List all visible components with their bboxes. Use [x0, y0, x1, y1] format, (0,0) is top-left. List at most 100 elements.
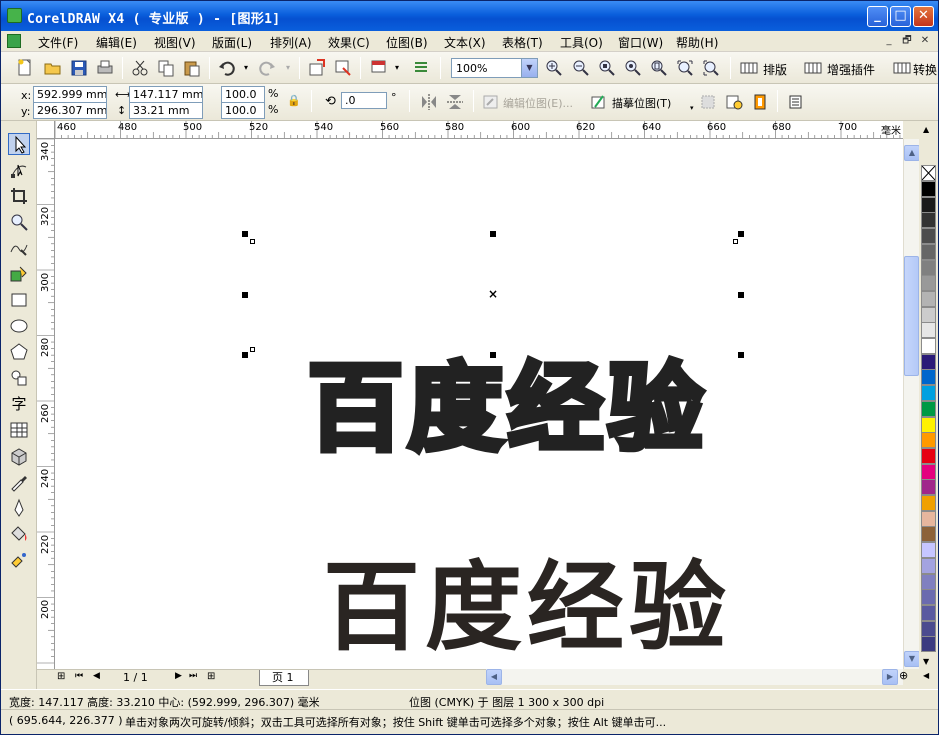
- zoom-page-height-icon[interactable]: [701, 58, 721, 78]
- text-tool-icon[interactable]: 字: [8, 393, 30, 415]
- y-position-field[interactable]: 296.307 mm: [33, 102, 107, 119]
- ruler-corner[interactable]: [37, 121, 55, 139]
- color-swatch[interactable]: [921, 495, 936, 511]
- import-icon[interactable]: [307, 58, 327, 78]
- menu-bitmaps[interactable]: 位图(B): [386, 34, 428, 51]
- zoom-out-icon[interactable]: [571, 58, 591, 78]
- color-swatch[interactable]: [921, 369, 936, 386]
- maximize-button[interactable]: □: [890, 6, 911, 27]
- welcome-screen-icon[interactable]: [411, 58, 431, 78]
- crop-bitmap-icon[interactable]: [698, 92, 718, 112]
- last-page-icon[interactable]: ⏭: [189, 671, 197, 681]
- menu-help[interactable]: 帮助(H): [676, 34, 718, 51]
- color-swatch[interactable]: [921, 620, 936, 637]
- color-swatch[interactable]: [921, 573, 936, 590]
- color-swatch[interactable]: [921, 212, 936, 229]
- enhance-plugin-label[interactable]: 增强插件: [827, 61, 875, 78]
- selection-handle[interactable]: [242, 352, 248, 358]
- mirror-vertical-icon[interactable]: [445, 92, 465, 112]
- wrap-text-icon[interactable]: [786, 92, 806, 112]
- node-handle[interactable]: [733, 239, 738, 244]
- application-launcher-icon[interactable]: [369, 58, 389, 78]
- zoom-selected-icon[interactable]: [597, 58, 617, 78]
- cut-icon[interactable]: [130, 58, 150, 78]
- rectangle-tool-icon[interactable]: [8, 289, 30, 311]
- color-swatch[interactable]: [921, 243, 936, 260]
- open-folder-icon[interactable]: [43, 58, 63, 78]
- mirror-horizontal-icon[interactable]: [419, 92, 439, 112]
- fill-tool-icon[interactable]: [8, 523, 30, 545]
- basic-shapes-tool-icon[interactable]: [8, 367, 30, 389]
- selection-handle[interactable]: [490, 352, 496, 358]
- menu-window[interactable]: 窗口(W): [618, 34, 663, 51]
- selection-handle[interactable]: [738, 352, 744, 358]
- color-swatch[interactable]: [921, 181, 936, 197]
- interactive-effects-tool-icon[interactable]: [8, 445, 30, 467]
- new-document-icon[interactable]: [15, 58, 35, 78]
- palette-expand-icon[interactable]: ◀: [923, 671, 929, 680]
- node-handle[interactable]: [250, 347, 255, 352]
- selection-handle[interactable]: [738, 231, 744, 237]
- enhance-plugin-icon[interactable]: [803, 58, 823, 78]
- color-swatch[interactable]: [921, 479, 936, 496]
- color-swatch[interactable]: [921, 196, 936, 213]
- vertical-scroll-thumb[interactable]: [904, 256, 919, 376]
- color-swatch[interactable]: [921, 510, 936, 527]
- save-icon[interactable]: [69, 58, 89, 78]
- color-swatch[interactable]: [921, 353, 936, 370]
- lock-ratio-icon[interactable]: 🔒: [287, 94, 301, 107]
- menu-view[interactable]: 视图(V): [154, 34, 196, 51]
- zoom-all-objects-icon[interactable]: [623, 58, 643, 78]
- previous-page-icon[interactable]: ◀: [93, 671, 100, 681]
- no-color-swatch[interactable]: [921, 165, 936, 181]
- rotation-angle-field[interactable]: .0: [341, 92, 387, 109]
- add-page-after-icon[interactable]: ⊞: [207, 671, 215, 682]
- trace-bitmap-button[interactable]: 描摹位图(T): [612, 95, 671, 111]
- page-tab[interactable]: 页 1: [259, 670, 309, 686]
- x-position-field[interactable]: 592.999 mm: [33, 86, 107, 103]
- color-swatch[interactable]: [921, 228, 936, 245]
- color-swatch[interactable]: [921, 432, 936, 449]
- undo-icon[interactable]: [217, 58, 237, 78]
- zoom-page-width-icon[interactable]: [675, 58, 695, 78]
- drawing-canvas[interactable]: 百度经验 百度经验 ×: [55, 139, 903, 669]
- add-page-before-icon[interactable]: ⊞: [57, 671, 65, 682]
- zoom-tool-icon[interactable]: [8, 211, 30, 233]
- freehand-tool-icon[interactable]: [8, 237, 30, 259]
- vertical-ruler[interactable]: 340 320 300 280 260 240 220 200: [37, 139, 55, 669]
- document-icon[interactable]: [7, 34, 21, 48]
- outlined-text-object[interactable]: 百度经验: [305, 359, 708, 460]
- horizontal-ruler[interactable]: 460 480 500 520 540 560 580 600 620 640 …: [55, 121, 903, 139]
- navigator-zoom-icon[interactable]: ⊕: [899, 669, 908, 682]
- paste-icon[interactable]: [182, 58, 202, 78]
- redo-dropdown-icon[interactable]: ▾: [286, 63, 290, 72]
- scroll-left-button[interactable]: ◀: [486, 669, 502, 685]
- pick-tool-icon[interactable]: [8, 133, 30, 155]
- polygon-tool-icon[interactable]: [8, 341, 30, 363]
- width-field[interactable]: 147.117 mm: [129, 86, 203, 103]
- color-swatch[interactable]: [921, 290, 936, 307]
- edit-bitmap-icon[interactable]: [481, 92, 501, 112]
- shape-tool-icon[interactable]: [8, 159, 30, 181]
- menu-table[interactable]: 表格(T): [502, 34, 543, 51]
- undo-dropdown-icon[interactable]: ▾: [244, 63, 248, 72]
- mdi-minimize-button[interactable]: _: [881, 34, 897, 48]
- color-swatch[interactable]: [921, 589, 936, 606]
- copy-icon[interactable]: [156, 58, 176, 78]
- color-swatch[interactable]: [921, 447, 936, 464]
- color-swatch[interactable]: [921, 463, 936, 480]
- menu-tools[interactable]: 工具(O): [560, 34, 603, 51]
- launcher-dropdown-icon[interactable]: ▾: [395, 63, 399, 72]
- color-swatch[interactable]: [921, 306, 936, 323]
- title-bar[interactable]: CorelDRAW X4 ( 专业版 ) - [图形1] _ □ ✕: [1, 1, 938, 31]
- vertical-scrollbar[interactable]: ▲ ▼: [903, 139, 920, 669]
- palette-scroll-down-icon[interactable]: ▼: [923, 657, 929, 666]
- selection-handle[interactable]: [242, 292, 248, 298]
- color-swatch[interactable]: [921, 636, 936, 653]
- layout-plugin-icon[interactable]: [739, 58, 759, 78]
- trace-dropdown-icon[interactable]: ▾: [690, 104, 694, 112]
- table-tool-icon[interactable]: [8, 419, 30, 441]
- scroll-down-button[interactable]: ▼: [904, 651, 920, 667]
- zoom-in-icon[interactable]: [544, 58, 564, 78]
- color-swatch[interactable]: [921, 557, 936, 574]
